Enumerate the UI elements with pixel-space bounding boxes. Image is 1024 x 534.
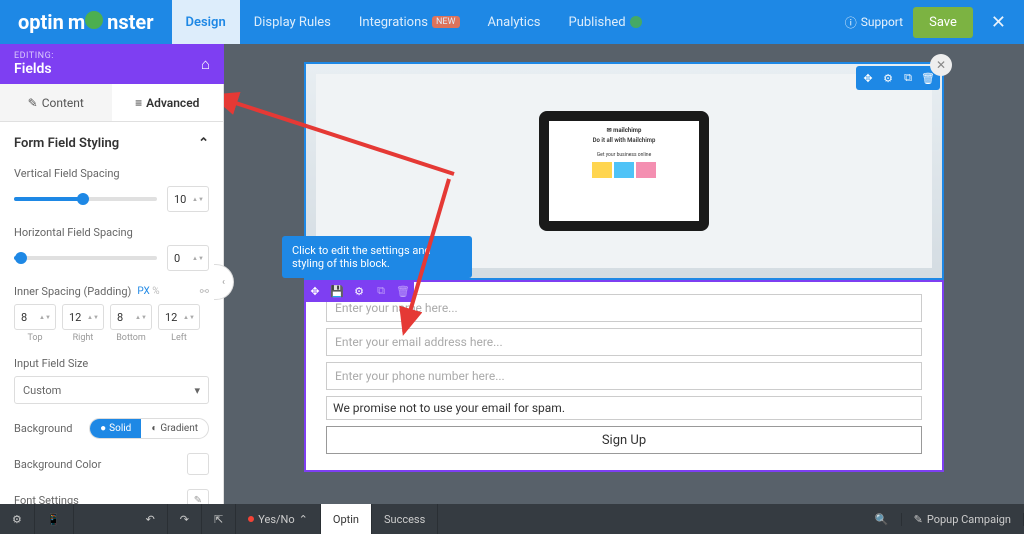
input-size-label: Input Field Size bbox=[14, 357, 209, 370]
save-icon[interactable]: 💾 bbox=[326, 280, 348, 302]
export-icon[interactable]: ⇱ bbox=[202, 504, 236, 534]
horizontal-spacing-slider[interactable] bbox=[14, 256, 157, 260]
sidebar: EDITING: Fields ⌂ ✎Content ≡Advanced For… bbox=[0, 44, 224, 504]
logo: optinmnster bbox=[0, 10, 172, 34]
step-optin[interactable]: Optin bbox=[321, 504, 372, 534]
vertical-spacing-input[interactable]: 10▲▼ bbox=[167, 186, 209, 212]
new-badge: NEW bbox=[432, 16, 460, 28]
check-icon bbox=[630, 16, 642, 28]
padding-top-input[interactable]: 8▲▼ bbox=[14, 304, 56, 330]
chevron-down-icon: ▾ bbox=[194, 384, 200, 397]
move-icon[interactable]: ✥ bbox=[859, 69, 877, 87]
support-link[interactable]: ⓘSupport bbox=[845, 14, 903, 31]
vertical-spacing-label: Vertical Field Spacing bbox=[14, 167, 209, 180]
trash-icon[interactable]: 🗑 bbox=[392, 280, 414, 302]
canvas: ✕ ✥ ⚙ ⧉ 🗑 ✉ mailchimp Do it all with Mai… bbox=[224, 44, 1024, 504]
bg-gradient[interactable]: ◐Gradient bbox=[141, 419, 208, 438]
signup-button[interactable]: Sign Up bbox=[326, 426, 922, 454]
copy-icon[interactable]: ⧉ bbox=[899, 69, 917, 87]
editing-header: EDITING: Fields ⌂ bbox=[0, 44, 224, 84]
redo-icon[interactable]: ↷ bbox=[168, 504, 202, 534]
copy-icon[interactable]: ⧉ bbox=[370, 280, 392, 302]
home-icon[interactable]: ⌂ bbox=[201, 55, 210, 73]
bottombar: ⚙ 📱 ↶ ↷ ⇱ Yes/No ⌃ Optin Success 🔍 ✎Popu… bbox=[0, 504, 1024, 534]
pencil-icon: ✎ bbox=[28, 96, 38, 110]
privacy-text: We promise not to use your email for spa… bbox=[326, 396, 922, 420]
nav-published[interactable]: Published bbox=[555, 0, 656, 44]
nav-display-rules[interactable]: Display Rules bbox=[240, 0, 345, 44]
name-input[interactable]: Enter your name here... bbox=[326, 294, 922, 322]
padding-label: Inner Spacing (Padding) PX % ⚯ bbox=[14, 285, 209, 298]
link-icon[interactable]: ⚯ bbox=[200, 285, 209, 298]
move-icon[interactable]: ✥ bbox=[304, 280, 326, 302]
image-block-toolbar: ✥ ⚙ ⧉ 🗑 bbox=[856, 66, 940, 90]
vertical-spacing-slider[interactable] bbox=[14, 197, 157, 201]
horizontal-spacing-input[interactable]: 0▲▼ bbox=[167, 245, 209, 271]
monster-icon: m bbox=[68, 10, 103, 34]
tablet-mock: ✉ mailchimp Do it all with Mailchimp Get… bbox=[539, 111, 709, 231]
preview-popup: ✕ ✥ ⚙ ⧉ 🗑 ✉ mailchimp Do it all with Mai… bbox=[304, 62, 944, 472]
bgcolor-label: Background Color bbox=[14, 458, 101, 471]
block-tooltip: Click to edit the settings and styling o… bbox=[282, 236, 472, 278]
phone-input[interactable]: Enter your phone number here... bbox=[326, 362, 922, 390]
pencil-icon: ✎ bbox=[914, 513, 923, 526]
mobile-icon[interactable]: 📱 bbox=[35, 504, 74, 534]
input-size-select[interactable]: Custom▾ bbox=[14, 376, 209, 404]
bg-solid[interactable]: ●Solid bbox=[90, 419, 141, 438]
background-label: Background bbox=[14, 422, 72, 435]
nav-integrations[interactable]: IntegrationsNEW bbox=[345, 0, 474, 44]
form-block[interactable]: Click to edit the settings and styling o… bbox=[304, 280, 944, 472]
search-icon[interactable]: 🔍 bbox=[863, 513, 902, 526]
padding-right-input[interactable]: 12▲▼ bbox=[62, 304, 104, 330]
settings-icon[interactable]: ⚙ bbox=[0, 504, 35, 534]
close-icon[interactable]: ✕ bbox=[983, 12, 1014, 33]
email-input[interactable]: Enter your email address here... bbox=[326, 328, 922, 356]
form-block-toolbar: ✥ 💾 ⚙ ⧉ 🗑 bbox=[304, 280, 414, 302]
step-yesno[interactable]: Yes/No ⌃ bbox=[236, 504, 321, 534]
chevron-up-icon: ⌃ bbox=[198, 136, 209, 151]
close-preview-icon[interactable]: ✕ bbox=[930, 54, 952, 76]
padding-bottom-input[interactable]: 8▲▼ bbox=[110, 304, 152, 330]
step-success[interactable]: Success bbox=[372, 504, 438, 534]
help-icon: ⓘ bbox=[845, 14, 857, 31]
undo-icon[interactable]: ↶ bbox=[134, 504, 168, 534]
padding-left-input[interactable]: 12▲▼ bbox=[158, 304, 200, 330]
save-button[interactable]: Save bbox=[913, 7, 973, 38]
bgcolor-swatch[interactable] bbox=[187, 453, 209, 475]
background-toggle[interactable]: ●Solid ◐Gradient bbox=[89, 418, 209, 439]
gear-icon[interactable]: ⚙ bbox=[879, 69, 897, 87]
nav-design[interactable]: Design bbox=[172, 0, 240, 44]
tab-content[interactable]: ✎Content bbox=[0, 84, 112, 121]
gear-icon[interactable]: ⚙ bbox=[348, 280, 370, 302]
sliders-icon: ≡ bbox=[135, 96, 142, 110]
nav-analytics[interactable]: Analytics bbox=[474, 0, 555, 44]
horizontal-spacing-label: Horizontal Field Spacing bbox=[14, 226, 209, 239]
section-form-field-styling[interactable]: Form Field Styling⌃ bbox=[14, 136, 209, 151]
chevron-up-icon: ⌃ bbox=[299, 513, 308, 526]
campaign-type[interactable]: ✎Popup Campaign bbox=[902, 513, 1024, 526]
tab-advanced[interactable]: ≡Advanced bbox=[112, 84, 224, 121]
